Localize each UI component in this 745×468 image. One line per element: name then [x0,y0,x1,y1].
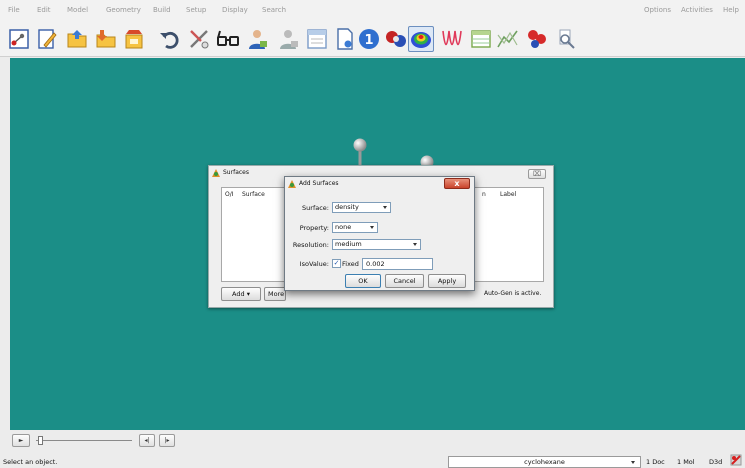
cancel-button[interactable]: Cancel [385,274,424,288]
builder-disabled-icon [275,26,301,52]
menu-options[interactable]: Options [644,6,671,14]
resolution-value: medium [335,240,362,248]
menu-bar: File Edit Model Geometry Build Setup Dis… [0,0,745,22]
column-header-label[interactable]: Label [500,191,516,198]
add-button-label: Add [232,290,245,298]
calculator-icon[interactable] [304,26,330,52]
add-surfaces-title: Add Surfaces [299,180,339,187]
isovalue-label: IsoValue: [299,260,329,268]
add-surfaces-dialog: Add Surfaces x Surface: density Property… [284,176,475,291]
animation-slider-track[interactable] [36,440,132,441]
save-icon[interactable] [121,26,147,52]
chevron-down-icon [383,206,387,209]
tools-icon[interactable] [186,26,212,52]
chevron-down-icon [413,243,417,246]
menu-build[interactable]: Build [153,6,171,14]
close-button[interactable]: x [444,178,470,189]
edit-icon[interactable] [34,26,60,52]
more-button[interactable]: More S [264,287,286,301]
surfaces-dialog-title: Surfaces [223,169,249,176]
column-header-onoff[interactable]: O/I [225,191,234,198]
play-button[interactable]: ► [12,434,30,447]
builder-icon[interactable] [244,26,270,52]
molecule-icon[interactable] [383,26,409,52]
menu-help[interactable]: Help [723,6,739,14]
document-selector[interactable]: cyclohexane [448,456,641,468]
menu-file[interactable]: File [8,6,20,14]
render-indicator-icon[interactable] [730,454,742,466]
import-icon[interactable] [93,26,119,52]
fixed-label: Fixed [342,260,359,268]
svg-text:1: 1 [364,33,373,48]
mol-count: 1 Mol [677,458,695,466]
view-glasses-icon[interactable] [215,26,241,52]
ok-button[interactable]: OK [345,274,381,288]
menu-geometry[interactable]: Geometry [106,6,141,14]
resolution-combobox[interactable]: medium [332,239,421,250]
menu-setup[interactable]: Setup [186,6,206,14]
menu-activities[interactable]: Activities [681,6,713,14]
column-header-surface[interactable]: Surface [242,191,265,198]
add-menu-button[interactable]: Add ▾ [221,287,261,301]
menu-model[interactable]: Model [67,6,88,14]
open-folder-icon[interactable] [64,26,90,52]
property-value: none [335,223,352,231]
app-icon [288,180,296,188]
render-mode: D3d [709,458,723,466]
info-icon[interactable]: 1 [356,26,382,52]
surface-icon[interactable] [408,26,434,52]
apply-button[interactable]: Apply [428,274,466,288]
autogen-status: Auto-Gen is active. [484,290,542,297]
graph-icon[interactable] [495,26,521,52]
animation-slider-handle[interactable] [38,436,43,445]
column-header-hidden[interactable]: n [482,191,486,198]
close-button[interactable]: ⌧ [528,169,546,179]
table-icon[interactable] [468,26,494,52]
resolution-label: Resolution: [292,241,329,249]
doc-count: 1 Doc [646,458,665,466]
chevron-down-icon [631,461,635,464]
document-icon[interactable] [332,26,358,52]
status-message: Select an object. [3,458,58,466]
surface-label: Surface: [302,204,329,212]
app-icon [212,169,220,177]
surface-value: density [335,203,359,211]
hydrogen-atom[interactable] [352,138,368,168]
menu-edit[interactable]: Edit [37,6,51,14]
document-name: cyclohexane [524,458,565,466]
menu-search[interactable]: Search [262,6,286,14]
previous-frame-button[interactable]: ◂| [139,434,155,447]
next-frame-button[interactable]: |▸ [159,434,175,447]
bio-icon[interactable] [524,26,550,52]
undo-icon[interactable] [157,26,183,52]
surface-combobox[interactable]: density [332,202,391,213]
fixed-checkbox[interactable]: ✓ [332,259,341,268]
spectrum-icon[interactable] [440,26,466,52]
toolbar: 1 [0,22,745,57]
property-combobox[interactable]: none [332,222,378,233]
search-icon[interactable] [554,26,580,52]
menu-display[interactable]: Display [222,6,248,14]
isovalue-field[interactable]: 0.002 [362,258,433,270]
chevron-down-icon [370,226,374,229]
new-molecule-icon[interactable] [6,26,32,52]
property-label: Property: [299,224,329,232]
